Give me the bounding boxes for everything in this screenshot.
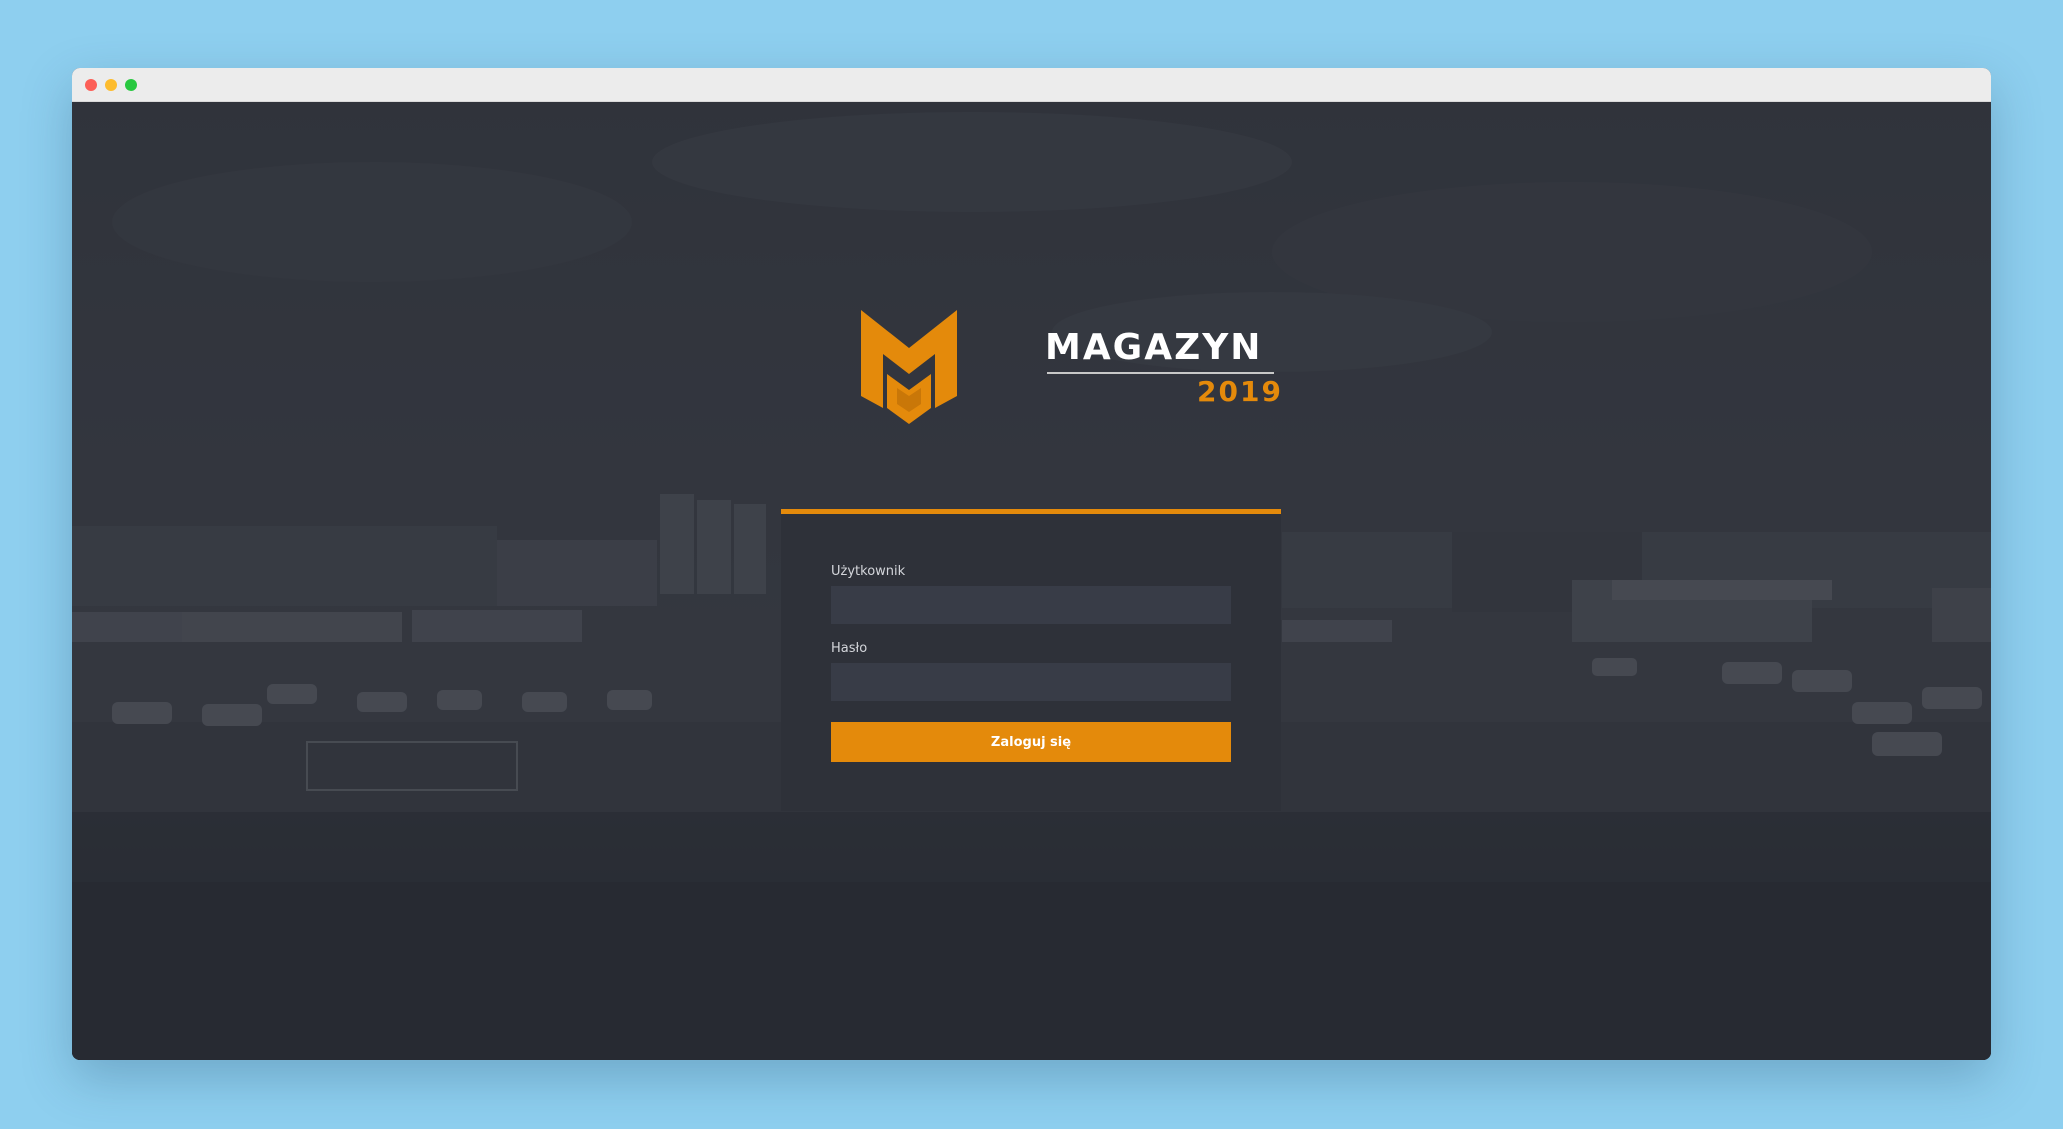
window-minimize-button[interactable] (105, 79, 117, 91)
m-shield-logo-icon (861, 310, 957, 424)
password-input[interactable] (831, 663, 1231, 701)
password-label: Hasło (831, 641, 868, 656)
brand-name: MAGAZYN (1045, 327, 1263, 368)
brand-divider (1047, 372, 1274, 374)
browser-window: MAGAZYN 2019 Użytkownik Hasło Zaloguj si… (72, 68, 1991, 1060)
brand-year: 2019 (1197, 375, 1283, 408)
username-input[interactable] (831, 586, 1231, 624)
window-close-button[interactable] (85, 79, 97, 91)
brand-logo: MAGAZYN 2019 (857, 308, 1281, 428)
window-maximize-button[interactable] (125, 79, 137, 91)
window-titlebar (72, 68, 1991, 102)
username-label: Użytkownik (831, 564, 906, 579)
login-card: Użytkownik Hasło Zaloguj się (781, 509, 1281, 811)
login-button[interactable]: Zaloguj się (831, 722, 1231, 762)
